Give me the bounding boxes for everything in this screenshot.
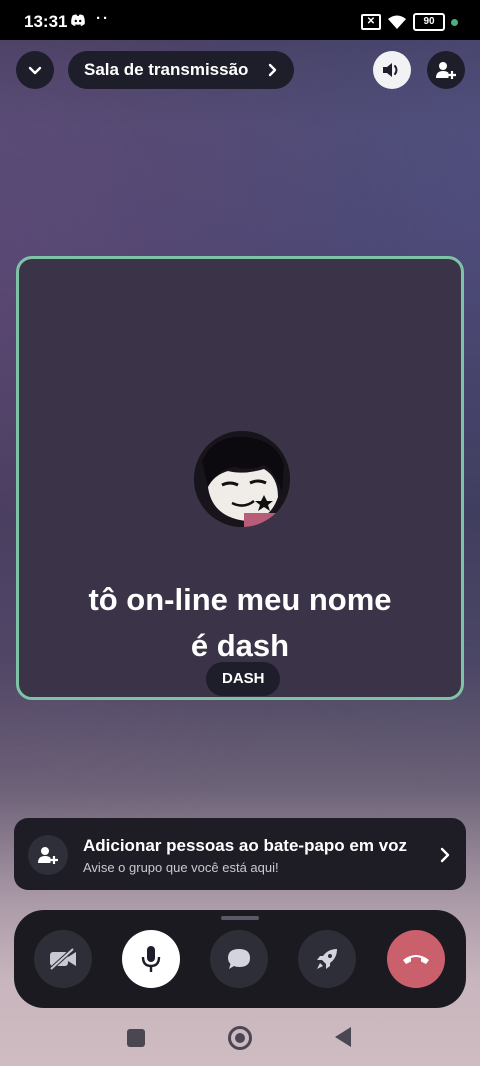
microphone-button[interactable] xyxy=(122,930,180,988)
status-time: 13:31 xyxy=(24,12,68,31)
home-button[interactable] xyxy=(228,1026,252,1050)
overlay-line-1: tô on-line meu nome xyxy=(88,582,392,617)
camera-button[interactable] xyxy=(34,930,92,988)
add-user-icon xyxy=(38,847,58,864)
chevron-down-icon xyxy=(28,66,42,75)
speaker-button[interactable] xyxy=(373,51,411,89)
avatar-image xyxy=(194,431,290,527)
channel-title: Sala de transmissão xyxy=(84,60,249,79)
avatar xyxy=(194,431,290,527)
collapse-button[interactable] xyxy=(16,51,54,89)
status-bar: 13:31 ·· ✕ 90 xyxy=(0,0,480,40)
battery-icon: 90 xyxy=(413,13,445,31)
user-name-tag: DASH xyxy=(206,662,280,696)
no-sim-icon: ✕ xyxy=(361,14,381,30)
status-right: ✕ 90 xyxy=(361,13,458,31)
privacy-indicator xyxy=(451,18,458,26)
add-user-button[interactable] xyxy=(427,51,465,89)
camera-off-icon xyxy=(49,947,76,971)
speaker-icon xyxy=(383,63,398,77)
channel-title-button[interactable]: Sala de transmissão xyxy=(68,51,294,89)
microphone-icon xyxy=(141,946,161,972)
invite-title: Adicionar pessoas ao bate-papo em voz xyxy=(83,836,408,855)
recents-button[interactable] xyxy=(127,1029,145,1047)
chevron-right-icon xyxy=(268,63,277,77)
add-user-icon xyxy=(436,62,456,79)
stream-overlay-text: tô on-line meu nome é dash xyxy=(19,577,461,669)
system-nav-bar xyxy=(0,1010,480,1066)
activities-button[interactable] xyxy=(298,930,356,988)
rocket-icon xyxy=(317,949,337,969)
chevron-right-icon xyxy=(440,847,450,863)
chat-icon xyxy=(228,949,250,969)
hang-up-button[interactable] xyxy=(387,930,445,988)
chat-button[interactable] xyxy=(210,930,268,988)
back-button[interactable] xyxy=(335,1027,351,1047)
call-controls xyxy=(14,910,466,1008)
status-dots: ·· xyxy=(96,10,110,27)
invite-icon-wrap xyxy=(28,835,68,875)
hang-up-icon xyxy=(403,955,429,964)
wifi-icon xyxy=(388,15,406,29)
invite-subtitle: Avise o grupo que você está aqui! xyxy=(83,860,279,875)
discord-icon xyxy=(71,14,85,26)
stream-tile[interactable]: tô on-line meu nome é dash DASH xyxy=(16,256,464,700)
drag-handle[interactable] xyxy=(221,916,259,920)
invite-card[interactable]: Adicionar pessoas ao bate-papo em voz Av… xyxy=(14,818,466,890)
